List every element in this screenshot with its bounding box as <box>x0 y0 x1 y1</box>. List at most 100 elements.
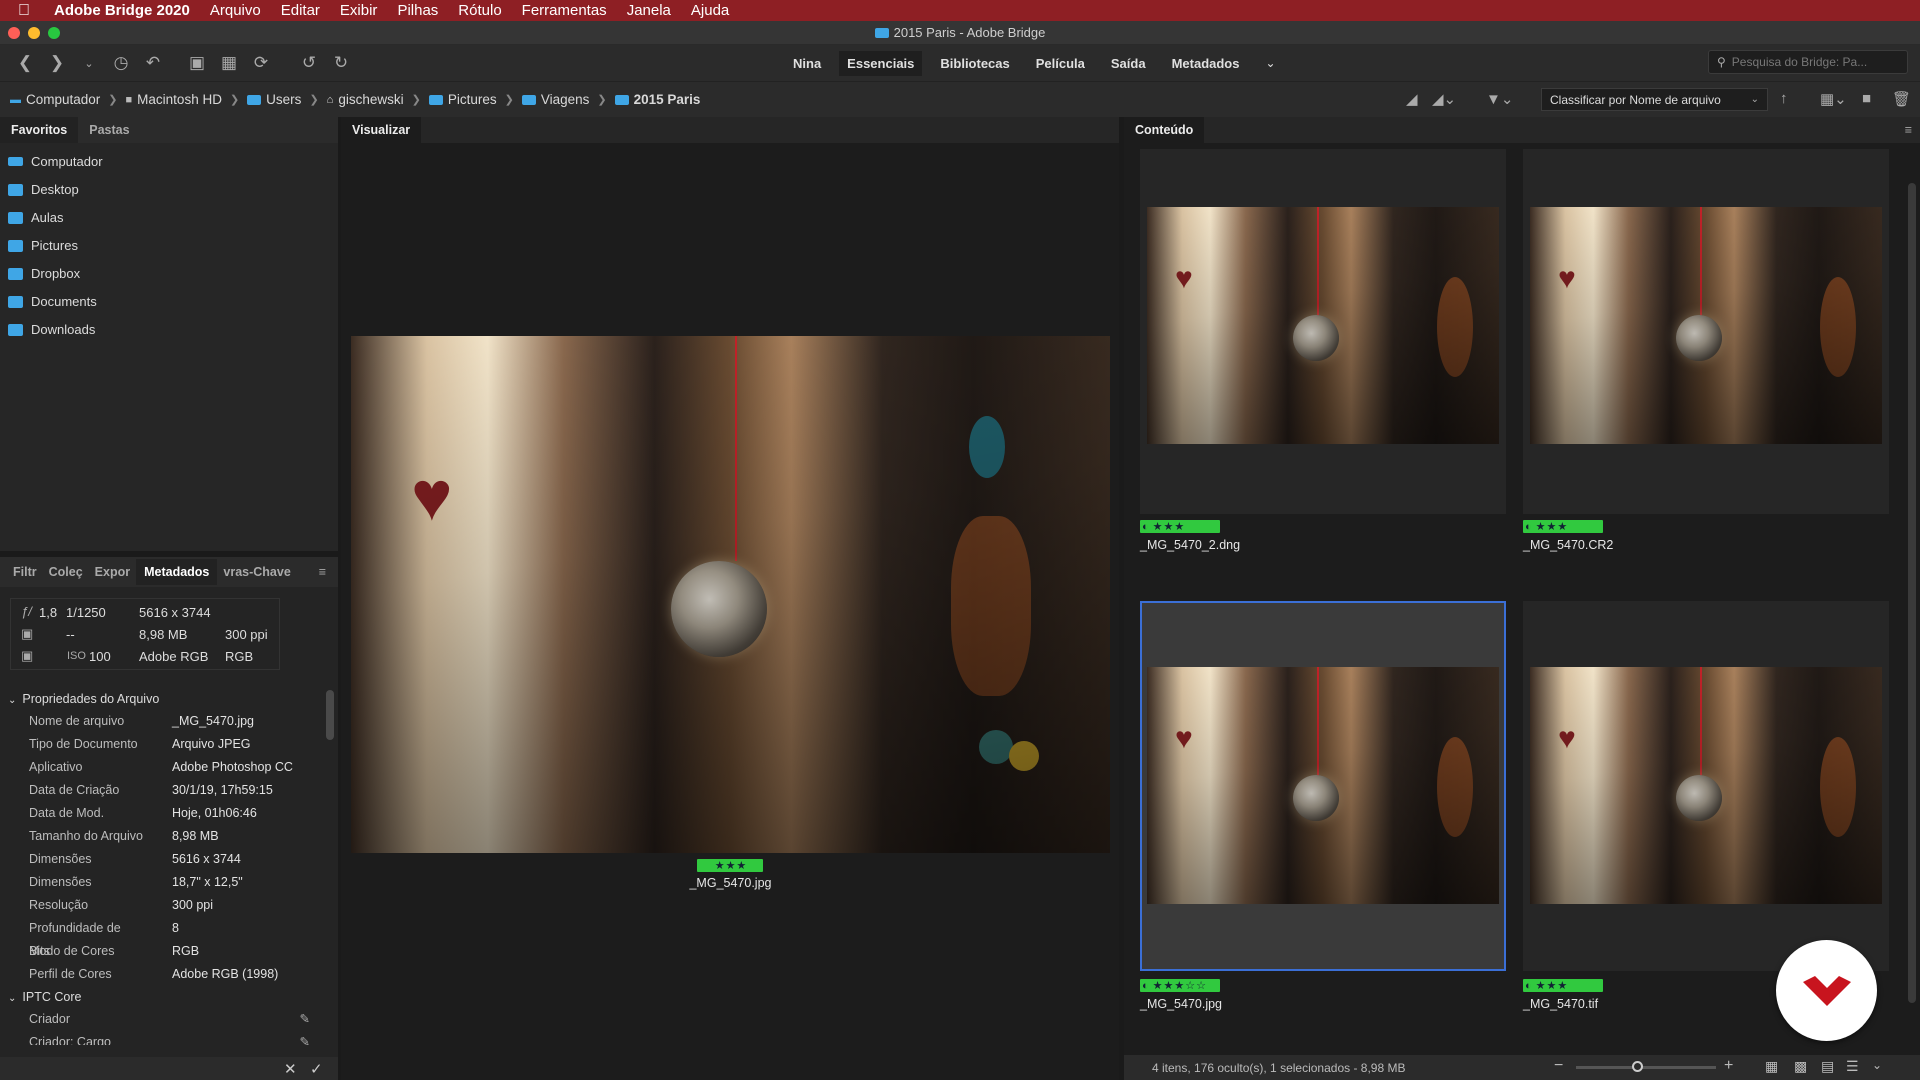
cancel-icon[interactable]: ✕ <box>284 1060 297 1078</box>
menu-ajuda[interactable]: Ajuda <box>691 2 729 19</box>
main-toolbar: ❮ ❯ ⌄ ◷ ↶ ▣ ▦ ⟳ ↺ ↻ Nina Essenciais Bibl… <box>0 45 1920 81</box>
menu-pilhas[interactable]: Pilhas <box>397 2 438 19</box>
workspace-nina[interactable]: Nina <box>793 56 821 71</box>
menu-editar[interactable]: Editar <box>281 2 320 19</box>
breadcrumb-pictures[interactable]: Pictures <box>448 92 497 107</box>
recent-icon[interactable]: ◷ <box>112 53 130 73</box>
property-value: Adobe Photoshop CC <box>172 760 293 774</box>
thumbnail-filename: _MG_5470.CR2 <box>1523 538 1614 552</box>
view-details-icon[interactable]: ▤ <box>1821 1058 1834 1075</box>
tab-conteudo[interactable]: Conteúdo <box>1124 117 1205 143</box>
property-row: Data de Mod. Hoje, 01h06:46 <box>0 802 330 825</box>
favorite-computador[interactable]: Computador <box>8 154 103 169</box>
thumbnail-size-slider[interactable] <box>1576 1066 1716 1069</box>
sync-icon[interactable]: ⟳ <box>252 53 270 73</box>
thumbnail-cell-selected[interactable]: ♥ <box>1140 601 1506 971</box>
sort-ascending-icon[interactable]: ↑ <box>1780 90 1788 107</box>
zoom-in-icon[interactable]: + <box>1724 1057 1733 1075</box>
tab-palavras-chave[interactable]: vras-Chave <box>217 559 296 585</box>
aperture-icon: ƒ/ <box>21 604 32 619</box>
favorite-desktop[interactable]: Desktop <box>8 182 79 197</box>
breadcrumb-macintosh-hd[interactable]: Macintosh HD <box>137 92 222 107</box>
content-scrollbar[interactable] <box>1908 183 1916 1003</box>
preview-rating-label[interactable]: ★★★ <box>697 859 763 872</box>
workspace-pelicula[interactable]: Película <box>1036 56 1085 71</box>
grid-lock-icon[interactable]: ▦ <box>1765 1058 1778 1075</box>
breadcrumb-users[interactable]: Users <box>266 92 301 107</box>
chevron-down-icon: ⌄ <box>1750 94 1759 105</box>
tab-favoritos[interactable]: Favoritos <box>0 117 79 143</box>
favorite-label: Pictures <box>31 238 78 253</box>
menu-rotulo[interactable]: Rótulo <box>458 2 501 19</box>
panel-menu-icon[interactable]: ≡ <box>308 559 338 585</box>
quality-icon[interactable]: ◢ <box>1406 90 1418 108</box>
sort-dropdown[interactable]: Classificar por Nome de arquivo ⌄ <box>1541 88 1768 111</box>
favorite-documents[interactable]: Documents <box>8 294 97 309</box>
boomerang-icon[interactable]: ↶ <box>144 53 162 73</box>
rotate-left-icon[interactable]: ↺ <box>300 53 318 73</box>
preview-image[interactable]: ♥ <box>351 336 1110 853</box>
menu-janela[interactable]: Janela <box>627 2 671 19</box>
metadata-scrollbar[interactable] <box>326 690 334 740</box>
favorite-dropbox[interactable]: Dropbox <box>8 266 80 281</box>
menu-ferramentas[interactable]: Ferramentas <box>522 2 607 19</box>
new-folder-icon[interactable]: ■ <box>1862 90 1871 107</box>
thumbnail-cell[interactable]: ♥ <box>1523 149 1889 514</box>
thumbnail-cell[interactable]: ♥ <box>1523 601 1889 971</box>
tab-colecoes[interactable]: Coleç <box>43 559 89 585</box>
sort-label: Classificar por Nome de arquivo <box>1550 92 1721 107</box>
tab-filtro[interactable]: Filtr <box>0 559 43 585</box>
favorite-downloads[interactable]: Downloads <box>8 322 95 337</box>
pencil-icon[interactable]: ✎ <box>300 1008 310 1031</box>
favorite-pictures[interactable]: Pictures <box>8 238 78 253</box>
tab-pastas[interactable]: Pastas <box>78 117 140 143</box>
workspace-more-chevron-icon[interactable]: ⌄ <box>1265 56 1275 70</box>
camera-import-icon[interactable]: ▣ <box>188 53 206 73</box>
zoom-out-icon[interactable]: − <box>1554 1057 1563 1075</box>
favorite-aulas[interactable]: Aulas <box>8 210 64 225</box>
forward-icon[interactable]: ❯ <box>48 53 66 73</box>
tab-visualizar[interactable]: Visualizar <box>341 117 422 143</box>
breadcrumb-computador[interactable]: Computador <box>26 92 100 107</box>
back-icon[interactable]: ❮ <box>16 53 34 73</box>
close-window-button[interactable] <box>8 27 20 39</box>
workspace-saida[interactable]: Saída <box>1111 56 1146 71</box>
panel-menu-icon[interactable]: ≡ <box>1894 117 1920 143</box>
view-list-icon[interactable]: ☰ <box>1846 1058 1859 1075</box>
workspace-metadados[interactable]: Metadados <box>1172 56 1240 71</box>
filter-icon[interactable]: ▼⌄ <box>1486 90 1513 108</box>
rating-label[interactable]: ◐ ★★★ <box>1140 520 1220 533</box>
workspace-bibliotecas[interactable]: Bibliotecas <box>940 56 1009 71</box>
refine-icon[interactable]: ▦ <box>220 53 238 73</box>
menu-exibir[interactable]: Exibir <box>340 2 378 19</box>
menu-arquivo[interactable]: Arquivo <box>210 2 261 19</box>
breadcrumb-viagens[interactable]: Viagens <box>541 92 590 107</box>
view-thumbnails-icon[interactable]: ▩ <box>1794 1058 1807 1075</box>
apply-icon[interactable]: ✓ <box>310 1060 323 1078</box>
section-file-properties[interactable]: ⌄ Propriedades do Arquivo <box>0 688 330 710</box>
rating-label[interactable]: ◐ ★★★ <box>1523 520 1603 533</box>
rating-filter-icon[interactable]: ◢⌄ <box>1432 90 1456 108</box>
rotate-right-icon[interactable]: ↻ <box>332 53 350 73</box>
chevron-down-icon[interactable]: ⌄ <box>1872 1058 1882 1072</box>
apple-icon[interactable]:  <box>18 2 40 20</box>
open-recent-icon[interactable]: ▦⌄ <box>1820 90 1847 108</box>
search-box[interactable]: ⚲ Pesquisa do Bridge: Pa... <box>1708 50 1908 74</box>
slider-handle[interactable] <box>1632 1061 1643 1072</box>
pencil-icon[interactable]: ✎ <box>300 1031 310 1045</box>
breadcrumb-gischewski[interactable]: gischewski <box>338 92 403 107</box>
minimize-window-button[interactable] <box>28 27 40 39</box>
section-iptc-core[interactable]: ⌄ IPTC Core <box>0 986 330 1008</box>
rating-label[interactable]: ◐ ★★★☆☆ <box>1140 979 1220 992</box>
rating-label[interactable]: ◐ ★★★ <box>1523 979 1603 992</box>
trash-icon[interactable]: 🗑 <box>1892 90 1911 108</box>
tab-metadados[interactable]: Metadados <box>136 559 218 585</box>
tab-exportar[interactable]: Expor <box>89 559 136 585</box>
breadcrumb-2015-paris[interactable]: 2015 Paris <box>634 92 701 107</box>
chevron-down-icon[interactable]: ⌄ <box>80 57 98 70</box>
property-value: _MG_5470.jpg <box>172 714 255 728</box>
workspace-essenciais[interactable]: Essenciais <box>839 50 923 76</box>
thumbnail-cell[interactable]: ♥ <box>1140 149 1506 514</box>
zoom-window-button[interactable] <box>48 27 60 39</box>
app-menu[interactable]: Adobe Bridge 2020 <box>54 2 190 19</box>
